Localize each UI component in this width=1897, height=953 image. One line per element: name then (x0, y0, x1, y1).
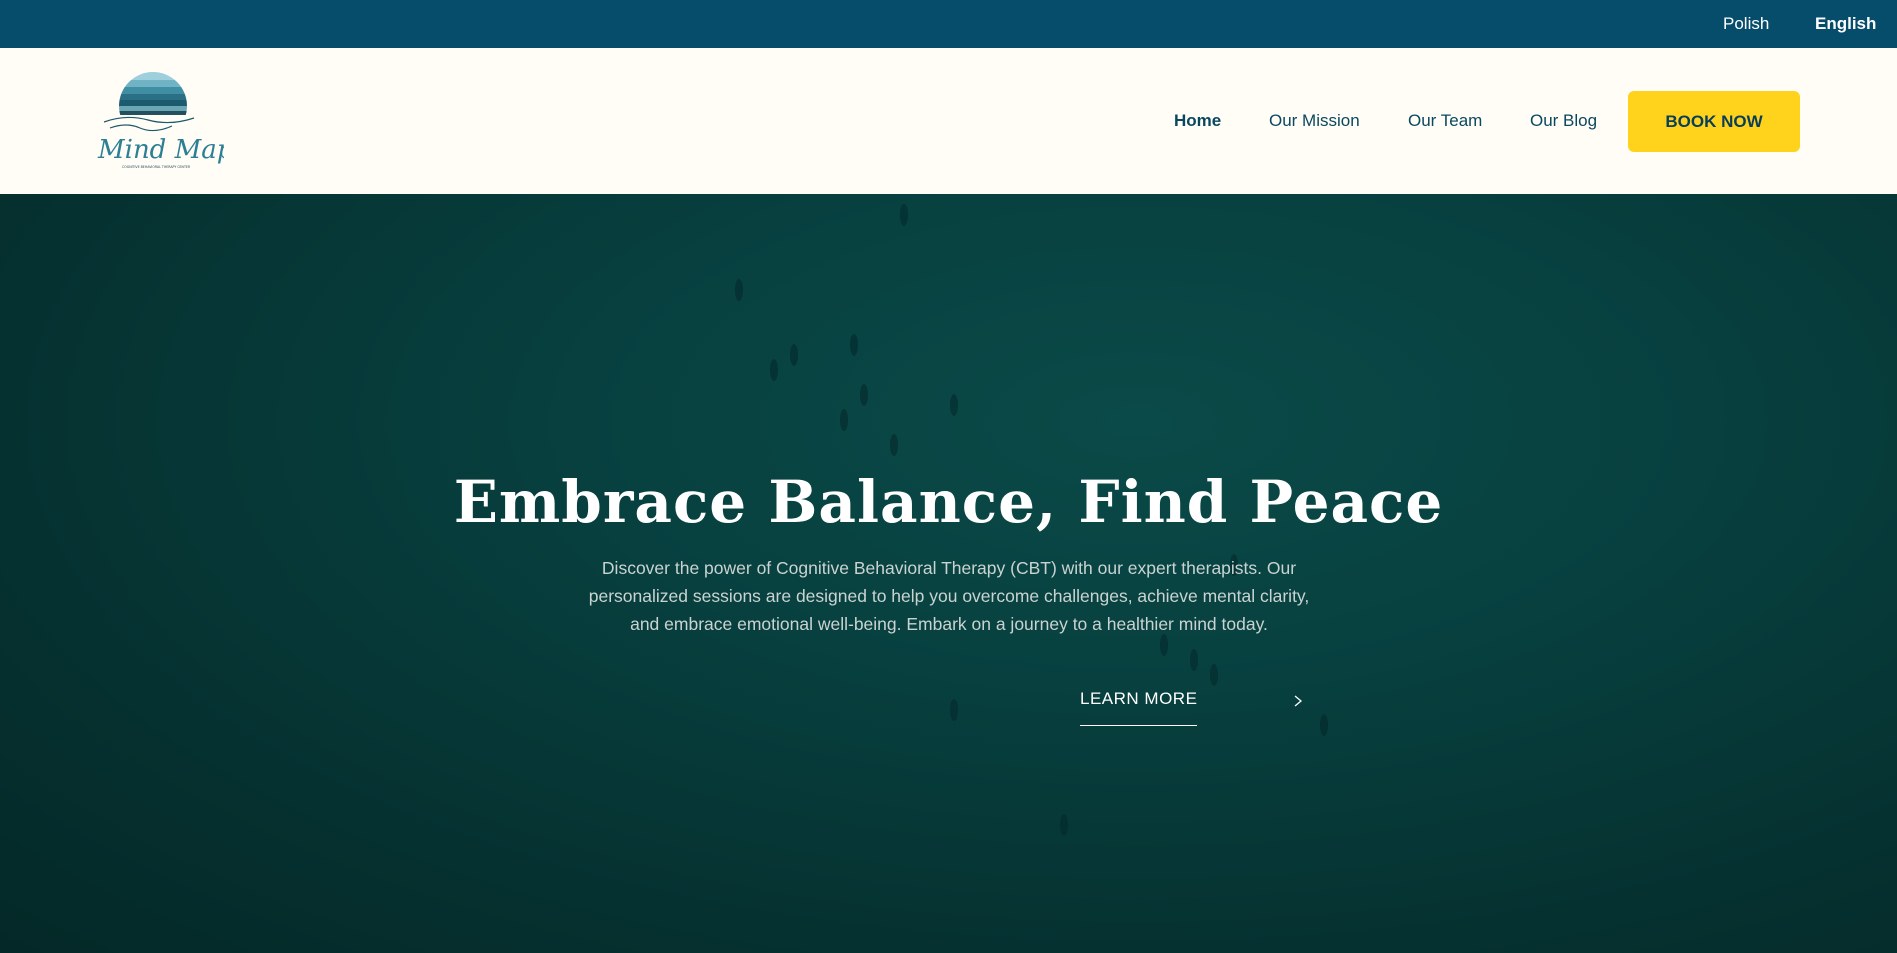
logo-wordmark: Mind Map (97, 135, 224, 165)
background-fish (790, 344, 798, 366)
nav-mission-link[interactable]: Our Mission (1269, 48, 1360, 194)
logo-graphic: Mind Map COGNITIVE BEHAVIORAL THERAPY CE… (97, 72, 234, 169)
language-polish-link[interactable]: Polish (1723, 0, 1769, 48)
logo[interactable]: Mind Map COGNITIVE BEHAVIORAL THERAPY CE… (96, 62, 234, 182)
site-header: Mind Map COGNITIVE BEHAVIORAL THERAPY CE… (0, 48, 1897, 194)
background-fish (860, 384, 868, 406)
background-fish (735, 279, 743, 301)
background-fish (890, 434, 898, 456)
background-fish (950, 699, 958, 721)
nav-blog-link[interactable]: Our Blog (1530, 48, 1597, 194)
background-fish (850, 334, 858, 356)
language-bar: Polish English (0, 0, 1897, 48)
background-fish (1190, 649, 1198, 671)
nav-team-link[interactable]: Our Team (1408, 48, 1482, 194)
nav-home-link[interactable]: Home (1174, 48, 1221, 194)
logo-tagline: COGNITIVE BEHAVIORAL THERAPY CENTER (122, 165, 191, 169)
background-fish (770, 359, 778, 381)
hero-title: Embrace Balance, Find Peace (453, 468, 1444, 536)
language-english-link[interactable]: English (1815, 0, 1876, 48)
book-now-button[interactable]: BOOK NOW (1628, 91, 1800, 152)
hero-description: Discover the power of Cognitive Behavior… (588, 558, 1310, 634)
background-fish (1320, 714, 1328, 736)
background-fish (950, 394, 958, 416)
background-fish (840, 409, 848, 431)
background-fish (900, 204, 908, 226)
learn-more-link[interactable]: LEARN MORE (1080, 689, 1198, 726)
background-fish (1060, 814, 1068, 836)
chevron-right-icon[interactable] (1290, 693, 1306, 709)
hero-section: Embrace Balance, Find Peace Discover the… (0, 194, 1897, 953)
background-fish (1210, 664, 1218, 686)
